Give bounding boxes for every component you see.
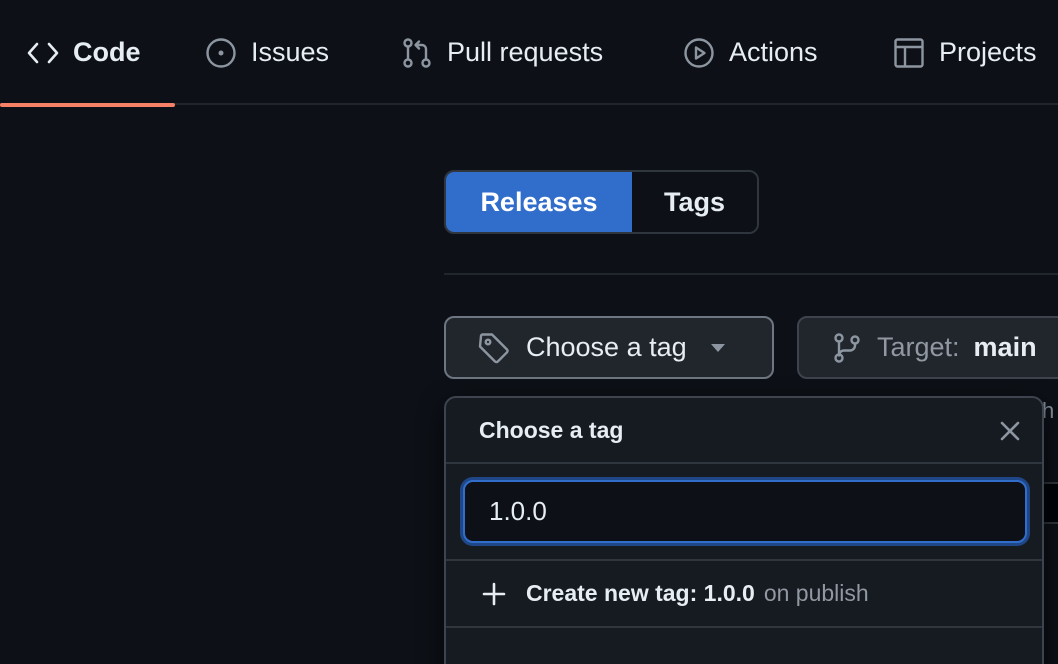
tab-projects[interactable]: Projects xyxy=(893,0,1037,105)
choose-tag-label: Choose a tag xyxy=(526,332,687,362)
tab-actions[interactable]: Actions xyxy=(683,0,818,105)
caret-down-icon xyxy=(709,343,727,353)
target-branch-value: main xyxy=(973,332,1037,362)
tab-selected-underline xyxy=(0,103,175,107)
tab-projects-label: Projects xyxy=(939,37,1037,67)
close-icon[interactable] xyxy=(998,419,1022,443)
table-icon xyxy=(893,37,925,69)
tab-issues[interactable]: Issues xyxy=(205,0,329,105)
create-new-tag-suffix: on publish xyxy=(763,580,869,606)
dropdown-search-area xyxy=(446,464,1042,561)
dropdown-header: Choose a tag xyxy=(446,398,1042,464)
tags-tab[interactable]: Tags xyxy=(632,172,757,232)
play-icon xyxy=(683,37,715,69)
git-pull-request-icon xyxy=(401,37,433,69)
tab-actions-label: Actions xyxy=(729,37,818,67)
tab-pull-requests-label: Pull requests xyxy=(447,37,604,67)
plus-icon xyxy=(482,582,506,606)
tab-pull-requests[interactable]: Pull requests xyxy=(401,0,603,105)
choose-tag-button[interactable]: Choose a tag xyxy=(444,316,774,379)
releases-tags-switch: Releases Tags xyxy=(444,170,759,234)
target-label: Target: xyxy=(877,332,960,362)
target-branch-button[interactable]: Target: main xyxy=(797,316,1058,379)
tag-icon xyxy=(478,332,510,364)
background-field-fragment xyxy=(1042,482,1058,524)
section-divider xyxy=(444,273,1058,275)
repo-nav: Code Issues Pull requests Actions Projec… xyxy=(0,0,1058,107)
page: Code Issues Pull requests Actions Projec… xyxy=(0,0,1058,664)
releases-tab[interactable]: Releases xyxy=(446,172,632,232)
tab-issues-label: Issues xyxy=(251,37,330,67)
create-new-tag-option[interactable]: Create new tag: 1.0.0 on publish xyxy=(446,561,1042,628)
code-icon xyxy=(27,39,59,67)
dropdown-title: Choose a tag xyxy=(479,416,624,443)
tag-search-input[interactable] xyxy=(463,480,1027,543)
tab-code-label: Code xyxy=(73,37,141,67)
create-new-tag-label: Create new tag: 1.0.0 xyxy=(526,580,755,606)
tab-code[interactable]: Code xyxy=(0,0,175,107)
issue-opened-icon xyxy=(205,37,237,69)
choose-tag-dropdown: Choose a tag Create new tag: 1.0.0 on pu… xyxy=(444,396,1044,664)
git-branch-icon xyxy=(833,332,861,364)
